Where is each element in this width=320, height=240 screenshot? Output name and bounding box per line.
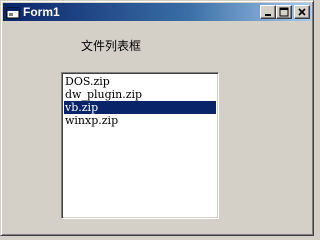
window-title: Form1: [23, 5, 60, 19]
file-list-label: 文件列表框: [81, 39, 142, 53]
close-button[interactable]: [294, 5, 310, 19]
close-icon: [298, 8, 306, 16]
list-item[interactable]: winxp.zip: [64, 114, 216, 127]
file-list-box[interactable]: DOS.zip dw_plugin.zip vb.zip winxp.zip: [61, 72, 219, 219]
minimize-button[interactable]: [260, 5, 276, 19]
list-item[interactable]: dw_plugin.zip: [64, 88, 216, 101]
list-item-selected[interactable]: vb.zip: [64, 101, 216, 114]
app-icon[interactable]: [6, 5, 20, 19]
minimize-icon: [265, 14, 271, 16]
maximize-icon: [279, 7, 289, 17]
maximize-button[interactable]: [276, 5, 292, 19]
form1-window: Form1 文件列表框 DOS.zip dw_plugin.zip vb.zip…: [0, 0, 314, 236]
title-bar[interactable]: Form1: [3, 3, 311, 21]
list-item[interactable]: DOS.zip: [64, 75, 216, 88]
